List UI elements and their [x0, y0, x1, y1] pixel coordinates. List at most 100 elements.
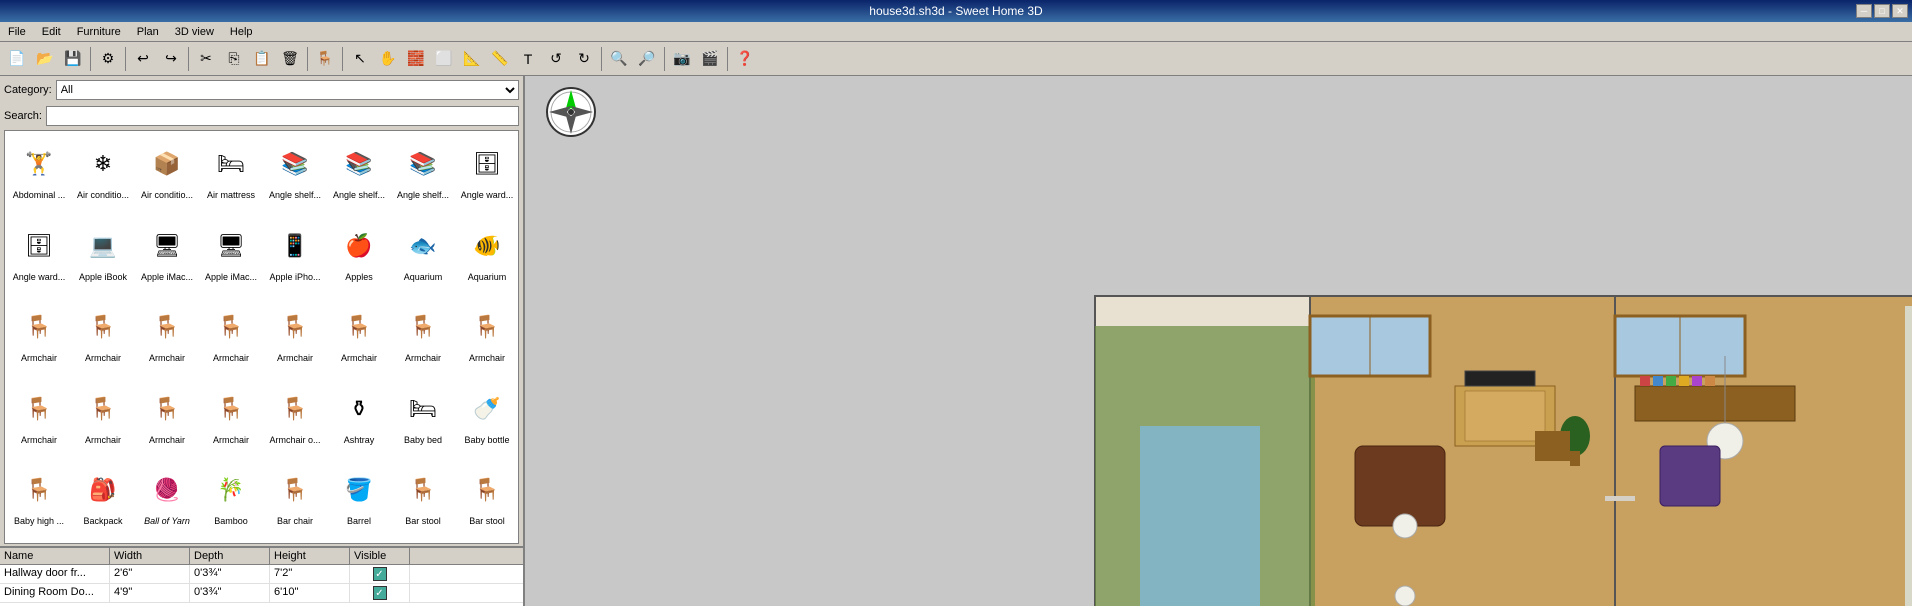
furniture-thumb-19: 🪑	[205, 301, 257, 353]
search-input[interactable]	[46, 106, 519, 126]
furniture-item-5[interactable]: 📚Angle shelf...	[327, 133, 391, 215]
props-visible-cell[interactable]: ✓	[350, 584, 410, 602]
props-visible-cell[interactable]: ✓	[350, 565, 410, 583]
furniture-item-33[interactable]: 🎒Backpack	[71, 459, 135, 541]
furniture-item-7[interactable]: 🗄Angle ward...	[455, 133, 519, 215]
menu-item-file[interactable]: File	[4, 24, 30, 40]
furniture-item-19[interactable]: 🪑Armchair	[199, 296, 263, 378]
open-button[interactable]: 📂	[32, 46, 58, 72]
furniture-item-24[interactable]: 🪑Armchair	[7, 378, 71, 460]
furniture-item-28[interactable]: 🪑Armchair o...	[263, 378, 327, 460]
furniture-item-26[interactable]: 🪑Armchair	[135, 378, 199, 460]
furniture-item-8[interactable]: 🗄Angle ward...	[7, 215, 71, 297]
furniture-label-20: Armchair	[277, 353, 313, 364]
furniture-item-13[interactable]: 🍎Apples	[327, 215, 391, 297]
right-panel-3d[interactable]: N	[525, 76, 1912, 606]
menu-item-plan[interactable]: Plan	[133, 24, 163, 40]
create-polylines-button[interactable]: 📐	[459, 46, 485, 72]
furniture-thumb-8: 🗄	[13, 220, 65, 272]
furniture-item-21[interactable]: 🪑Armchair	[327, 296, 391, 378]
create-video-button[interactable]: 🎬	[697, 46, 723, 72]
paste-button[interactable]: 📋	[249, 46, 275, 72]
furniture-item-18[interactable]: 🪑Armchair	[135, 296, 199, 378]
create-photo-button[interactable]: 📷	[669, 46, 695, 72]
sep7	[664, 47, 665, 71]
furniture-item-38[interactable]: 🪑Bar stool	[391, 459, 455, 541]
furniture-item-10[interactable]: 🖥Apple iMac...	[135, 215, 199, 297]
furniture-item-6[interactable]: 📚Angle shelf...	[391, 133, 455, 215]
furniture-thumb-22: 🪑	[397, 301, 449, 353]
close-button[interactable]: ✕	[1892, 4, 1908, 18]
menu-item-furniture[interactable]: Furniture	[73, 24, 125, 40]
create-labels-button[interactable]: T	[515, 46, 541, 72]
col-visible: Visible	[350, 548, 410, 564]
save-button[interactable]: 💾	[60, 46, 86, 72]
furniture-item-15[interactable]: 🐠Aquarium	[455, 215, 519, 297]
furniture-item-25[interactable]: 🪑Armchair	[71, 378, 135, 460]
import-furniture-button[interactable]: 🪑	[312, 46, 338, 72]
create-dimensions-button[interactable]: 📏	[487, 46, 513, 72]
preferences-button[interactable]: ⚙	[95, 46, 121, 72]
create-walls-button[interactable]: 🧱	[403, 46, 429, 72]
sep8	[727, 47, 728, 71]
compass[interactable]: N	[545, 86, 597, 138]
furniture-item-30[interactable]: 🛏Baby bed	[391, 378, 455, 460]
furniture-item-27[interactable]: 🪑Armchair	[199, 378, 263, 460]
menu-item-edit[interactable]: Edit	[38, 24, 65, 40]
furniture-item-39[interactable]: 🪑Bar stool	[455, 459, 519, 541]
furniture-thumb-21: 🪑	[333, 301, 385, 353]
new-button[interactable]: 📄	[4, 46, 30, 72]
zoom-in-button[interactable]: 🔍	[606, 46, 632, 72]
redo-button[interactable]: ↪	[158, 46, 184, 72]
rotate-left-button[interactable]: ↺	[543, 46, 569, 72]
delete-button[interactable]: 🗑	[277, 46, 303, 72]
furniture-label-38: Bar stool	[405, 516, 441, 527]
furniture-item-16[interactable]: 🪑Armchair	[7, 296, 71, 378]
props-cell-1: 2'6"	[110, 565, 190, 583]
table-row[interactable]: Hallway door fr...2'6"0'3¾"7'2"✓	[0, 565, 523, 584]
furniture-item-11[interactable]: 🖥Apple iMac...	[199, 215, 263, 297]
furniture-item-31[interactable]: 🍼Baby bottle	[455, 378, 519, 460]
furniture-item-3[interactable]: 🛏Air mattress	[199, 133, 263, 215]
furniture-item-37[interactable]: 🪣Barrel	[327, 459, 391, 541]
furniture-item-17[interactable]: 🪑Armchair	[71, 296, 135, 378]
furniture-item-12[interactable]: 📱Apple iPho...	[263, 215, 327, 297]
zoom-out-button[interactable]: 🔎	[634, 46, 660, 72]
furniture-item-4[interactable]: 📚Angle shelf...	[263, 133, 327, 215]
menu-item-3d-view[interactable]: 3D view	[171, 24, 218, 40]
help-button[interactable]: ❓	[732, 46, 758, 72]
furniture-item-20[interactable]: 🪑Armchair	[263, 296, 327, 378]
minimize-button[interactable]: ─	[1856, 4, 1872, 18]
menu-item-help[interactable]: Help	[226, 24, 257, 40]
furniture-item-9[interactable]: 💻Apple iBook	[71, 215, 135, 297]
furniture-item-0[interactable]: 🏋Abdominal ...	[7, 133, 71, 215]
visible-checkbox[interactable]: ✓	[373, 586, 387, 600]
table-row[interactable]: Dining Room Do...4'9"0'3¾"6'10"✓	[0, 584, 523, 603]
furniture-label-19: Armchair	[213, 353, 249, 364]
col-width: Width	[110, 548, 190, 564]
props-cell-1: 4'9"	[110, 584, 190, 602]
cut-button[interactable]: ✂	[193, 46, 219, 72]
col-name: Name	[0, 548, 110, 564]
furniture-item-23[interactable]: 🪑Armchair	[455, 296, 519, 378]
pan-button[interactable]: ✋	[375, 46, 401, 72]
furniture-thumb-34: 🧶	[141, 464, 193, 516]
furniture-item-35[interactable]: 🎋Bamboo	[199, 459, 263, 541]
visible-checkbox[interactable]: ✓	[373, 567, 387, 581]
restore-button[interactable]: □	[1874, 4, 1890, 18]
furniture-item-14[interactable]: 🐟Aquarium	[391, 215, 455, 297]
select-button[interactable]: ↖	[347, 46, 373, 72]
furniture-item-22[interactable]: 🪑Armchair	[391, 296, 455, 378]
rotate-right-button[interactable]: ↻	[571, 46, 597, 72]
undo-button[interactable]: ↩	[130, 46, 156, 72]
furniture-item-2[interactable]: 📦Air conditio...	[135, 133, 199, 215]
category-select[interactable]: All	[56, 80, 519, 100]
furniture-item-34[interactable]: 🧶Ball of Yarn	[135, 459, 199, 541]
furniture-item-1[interactable]: ❄Air conditio...	[71, 133, 135, 215]
furniture-item-29[interactable]: ⚱Ashtray	[327, 378, 391, 460]
create-rooms-button[interactable]: ⬜	[431, 46, 457, 72]
furniture-item-36[interactable]: 🪑Bar chair	[263, 459, 327, 541]
left-panel: Category: All Search: 🏋Abdominal ...❄Air…	[0, 76, 525, 606]
copy-button[interactable]: ⎘	[221, 46, 247, 72]
furniture-item-32[interactable]: 🪑Baby high ...	[7, 459, 71, 541]
